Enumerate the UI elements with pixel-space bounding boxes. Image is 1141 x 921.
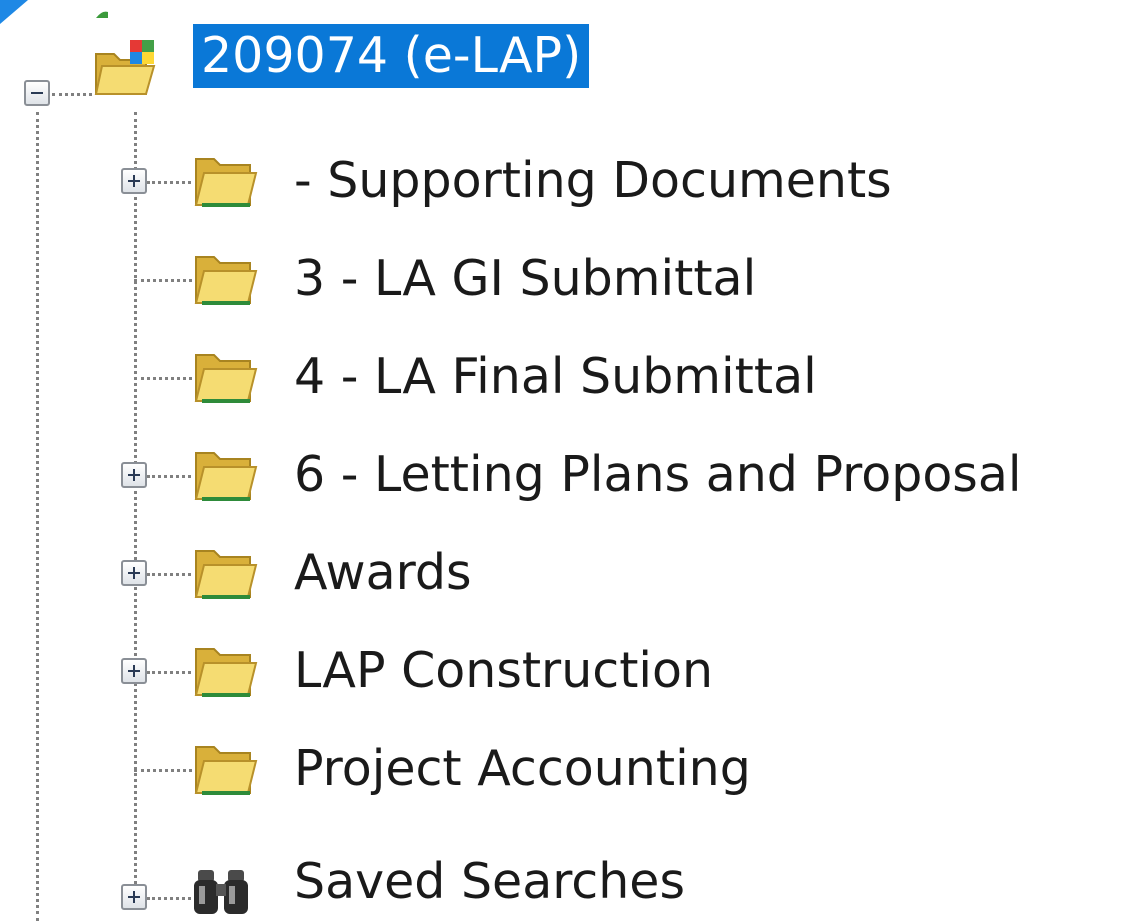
tree-connector-line (147, 671, 191, 674)
expand-toggle[interactable] (121, 560, 147, 586)
tree-node[interactable]: LAP Construction (0, 636, 1141, 706)
folder-tree: 209074 (e-LAP) - Supporting Documents 3 … (0, 0, 1141, 921)
collapse-toggle[interactable] (24, 80, 50, 106)
tree-node-label[interactable]: Awards (286, 541, 480, 605)
tree-connector-line (147, 475, 191, 478)
tree-connector-line (147, 181, 191, 184)
folder-icon (194, 550, 258, 599)
tree-connector-line (147, 573, 191, 576)
tree-node[interactable]: - Supporting Documents (0, 146, 1141, 216)
tree-connector-line (147, 897, 191, 900)
tree-node[interactable]: Saved Searches (0, 832, 1141, 914)
tree-node-label[interactable]: 6 - Letting Plans and Proposal (286, 443, 1029, 507)
tree-node-label-root[interactable]: 209074 (e-LAP) (193, 24, 590, 88)
expand-toggle[interactable] (121, 658, 147, 684)
tree-connector-line (134, 279, 192, 282)
folder-icon (194, 354, 258, 403)
tree-connector-line (52, 93, 92, 96)
folder-icon (194, 256, 258, 305)
tree-node-label[interactable]: - Supporting Documents (286, 149, 900, 213)
tree-connector-line (134, 377, 192, 380)
window-corner-decoration (0, 0, 108, 24)
tree-node-label[interactable]: Saved Searches (286, 850, 693, 914)
folder-icon (194, 648, 258, 697)
tree-node[interactable]: Project Accounting (0, 734, 1141, 804)
project-folder-icon (94, 40, 156, 95)
tree-node[interactable]: Awards (0, 538, 1141, 608)
tree-node-label[interactable]: LAP Construction (286, 639, 721, 703)
tree-node-label[interactable]: 4 - LA Final Submittal (286, 345, 825, 409)
folder-icon (194, 452, 258, 501)
tree-connector-line (134, 769, 192, 772)
folder-icon (194, 158, 258, 207)
tree-node-label[interactable]: Project Accounting (286, 737, 759, 801)
tree-node-label[interactable]: 3 - LA GI Submittal (286, 247, 764, 311)
folder-icon (194, 746, 258, 795)
expand-toggle[interactable] (121, 462, 147, 488)
tree-node[interactable]: 6 - Letting Plans and Proposal (0, 440, 1141, 510)
binoculars-icon (194, 870, 248, 914)
tree-node-root[interactable]: 209074 (e-LAP) (0, 24, 700, 110)
tree-node[interactable]: 3 - LA GI Submittal (0, 244, 1141, 314)
tree-node[interactable]: 4 - LA Final Submittal (0, 342, 1141, 412)
expand-toggle[interactable] (121, 168, 147, 194)
expand-toggle[interactable] (121, 884, 147, 910)
